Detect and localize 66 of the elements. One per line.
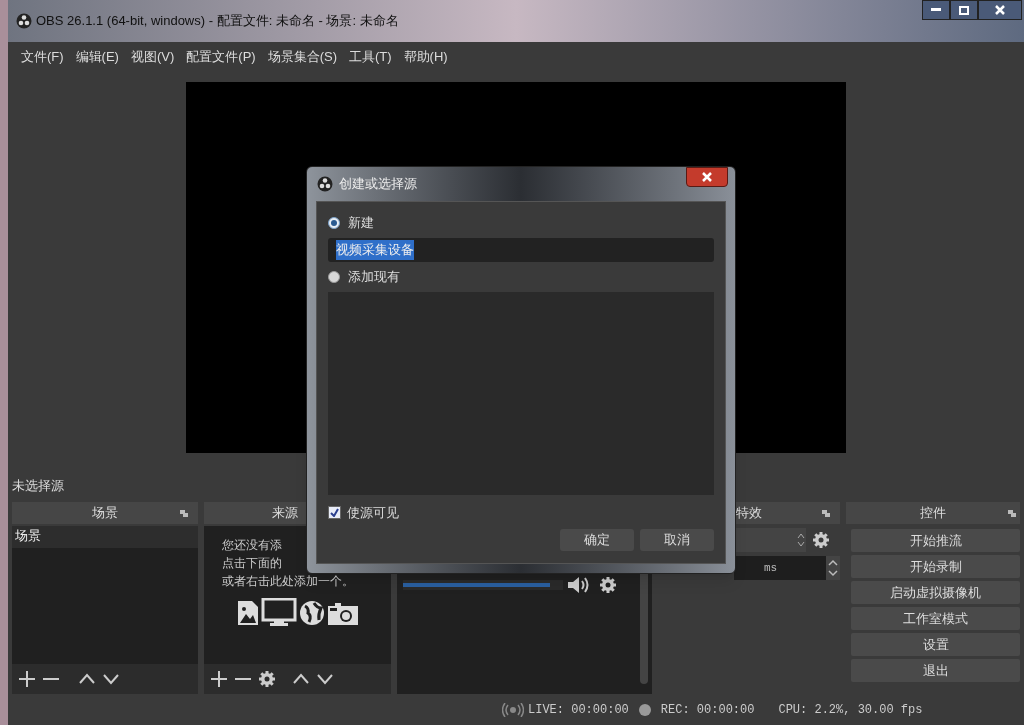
menu-item[interactable]: 帮助(H) [398,47,453,67]
control-button[interactable]: 启动虚拟摄像机 [851,581,1020,604]
menu-item[interactable]: 编辑(E) [70,47,124,67]
dock-title: 场景 [92,504,118,523]
source-label: 未选择源 [12,477,64,496]
transition-select[interactable] [734,528,806,552]
menu-item[interactable]: 配置文件(P) [181,47,261,67]
rec-status: REC: 00:00:00 [660,701,755,719]
duration-field[interactable]: ms [734,556,826,580]
monitor-icon [260,598,297,626]
control-button[interactable]: 开始推流 [851,529,1020,552]
dock-title: 控件 [920,504,946,523]
close-button[interactable] [686,167,728,187]
volume-slider[interactable] [403,580,563,590]
name-field[interactable]: 视频采集设备 [328,238,714,262]
close-icon [702,172,712,182]
maximize-icon [959,5,969,15]
close-icon [995,5,1005,15]
scene-item[interactable]: 场景 [12,526,198,548]
control-button[interactable]: 退出 [851,659,1020,682]
dialog-button[interactable]: 取消 [640,528,714,551]
spin-arrows-icon [796,532,806,548]
spin-arrows-icon [826,558,839,578]
settings-icon[interactable] [258,670,276,688]
menu-item[interactable]: 场景集合(S) [262,47,342,67]
window-title: OBS 26.1.1 (64-bit, windows) - 配置文件: 未命名 - 场景: 未命名 [36,12,399,31]
menu-item[interactable]: 文件(F) [16,47,69,67]
image-icon [236,600,259,626]
maximize-button[interactable] [950,0,978,20]
globe-icon [298,600,325,626]
radio-button[interactable] [328,271,340,283]
float-icon [1008,509,1016,517]
empty-hint-text: 或者右击此处添加一个。 [222,573,354,590]
minimize-icon [931,8,941,12]
broadcast-icon [502,702,524,717]
add-icon[interactable] [210,670,228,688]
live-status: LIVE: 00:00:00 [528,701,629,719]
control-button[interactable]: 工作室模式 [851,607,1020,630]
cpu-status: CPU: 2.2%, 30.00 fps [778,701,923,719]
control-button[interactable]: 开始录制 [851,555,1020,578]
radio-label: 添加现有 [348,268,400,287]
checkbox[interactable] [328,506,341,520]
settings-icon[interactable] [599,576,617,594]
empty-hint-text: 您还没有添 [222,537,282,554]
minimize-button[interactable] [922,0,950,20]
obs-logo-icon [317,176,333,192]
menu-item[interactable]: 工具(T) [344,47,397,67]
radio-label: 新建 [348,214,374,233]
record-dot-icon [638,703,651,716]
dialog-title: 创建或选择源 [339,175,417,194]
speaker-icon[interactable] [567,576,591,594]
menu-item[interactable]: 视图(V) [125,47,180,67]
close-button[interactable] [978,0,1022,20]
float-icon [180,509,188,517]
dock-title: 特效 [736,504,762,523]
radio-button[interactable] [328,217,340,229]
camera-icon [326,602,359,626]
dialog-button[interactable]: 确定 [560,528,634,551]
settings-icon[interactable] [812,531,830,549]
empty-hint-text: 点击下面的 [222,555,282,572]
dock-title: 来源 [272,504,298,523]
control-button[interactable]: 设置 [851,633,1020,656]
add-icon[interactable] [18,670,36,688]
obs-logo-icon [16,13,32,29]
float-icon [822,509,830,517]
checkbox-label: 使源可见 [347,504,399,522]
